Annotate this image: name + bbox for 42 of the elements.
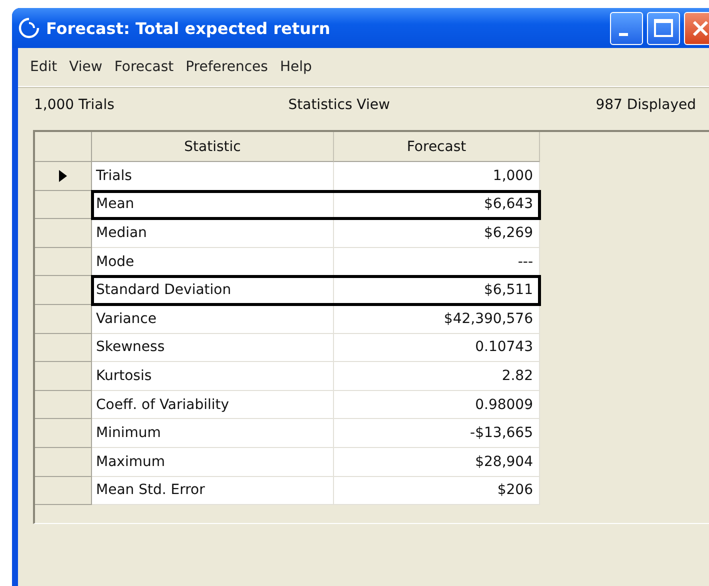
table-cell: Trials xyxy=(92,162,334,191)
displayed-count: 987 Displayed xyxy=(596,96,696,112)
table-cell: -$13,665 xyxy=(334,419,540,448)
table-cell: Minimum xyxy=(92,419,334,448)
table-cell: $206 xyxy=(334,476,540,506)
table-cell: --- xyxy=(334,248,540,276)
table-cell: $6,643 xyxy=(334,190,540,220)
table-cell: $28,904 xyxy=(334,448,540,477)
table-cell: Mean xyxy=(92,190,334,220)
minimize-icon xyxy=(619,32,628,36)
column-header[interactable]: Forecast xyxy=(334,132,540,162)
close-button[interactable] xyxy=(684,12,709,44)
app-icon xyxy=(18,17,40,39)
table-cell: Coeff. of Variability xyxy=(92,390,334,420)
row-header[interactable] xyxy=(35,162,92,191)
trials-count: 1,000 Trials xyxy=(34,96,114,112)
maximize-button[interactable] xyxy=(647,12,680,44)
table-cell: Variance xyxy=(92,304,334,334)
table-cell: 0.10743 xyxy=(334,334,540,362)
table-cell: $6,511 xyxy=(334,276,540,305)
menu-item[interactable]: Help xyxy=(274,59,318,75)
table-cell: $42,390,576 xyxy=(334,304,540,334)
view-name: Statistics View xyxy=(288,96,390,112)
table-cell: Maximum xyxy=(92,448,334,477)
table-cell: 0.98009 xyxy=(334,390,540,420)
table-cell: Kurtosis xyxy=(92,362,334,391)
menu-item[interactable]: View xyxy=(63,59,108,75)
table-cell: Standard Deviation xyxy=(92,276,334,305)
window-title: Forecast: Total expected return xyxy=(46,18,332,38)
table-cell: Median xyxy=(92,219,334,248)
table-cell: 2.82 xyxy=(334,362,540,391)
table-cell: Mode xyxy=(92,248,334,276)
menu-item[interactable]: Edit xyxy=(24,59,64,75)
menu-item[interactable]: Forecast xyxy=(108,59,180,75)
table-cell: Mean Std. Error xyxy=(92,476,334,506)
menu-item[interactable]: Preferences xyxy=(180,59,274,75)
minimize-button[interactable] xyxy=(610,12,643,44)
column-header[interactable]: Statistic xyxy=(92,132,334,162)
table-cell: $6,269 xyxy=(334,219,540,248)
table-cell: Skewness xyxy=(92,334,334,362)
corner-header xyxy=(35,132,92,162)
table-cell: 1,000 xyxy=(334,162,540,191)
